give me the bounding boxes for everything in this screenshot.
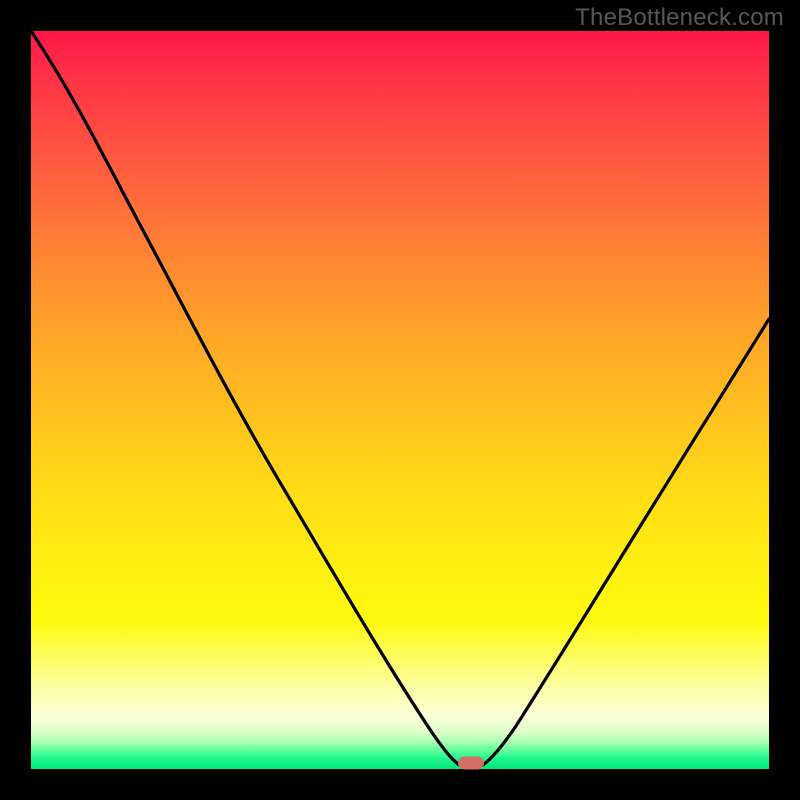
minimum-marker <box>458 757 484 770</box>
chart-frame: TheBottleneck.com <box>0 0 800 800</box>
curve-svg <box>31 31 769 769</box>
plot-area <box>31 31 769 769</box>
curve-path <box>31 31 769 768</box>
watermark-label: TheBottleneck.com <box>575 4 784 32</box>
